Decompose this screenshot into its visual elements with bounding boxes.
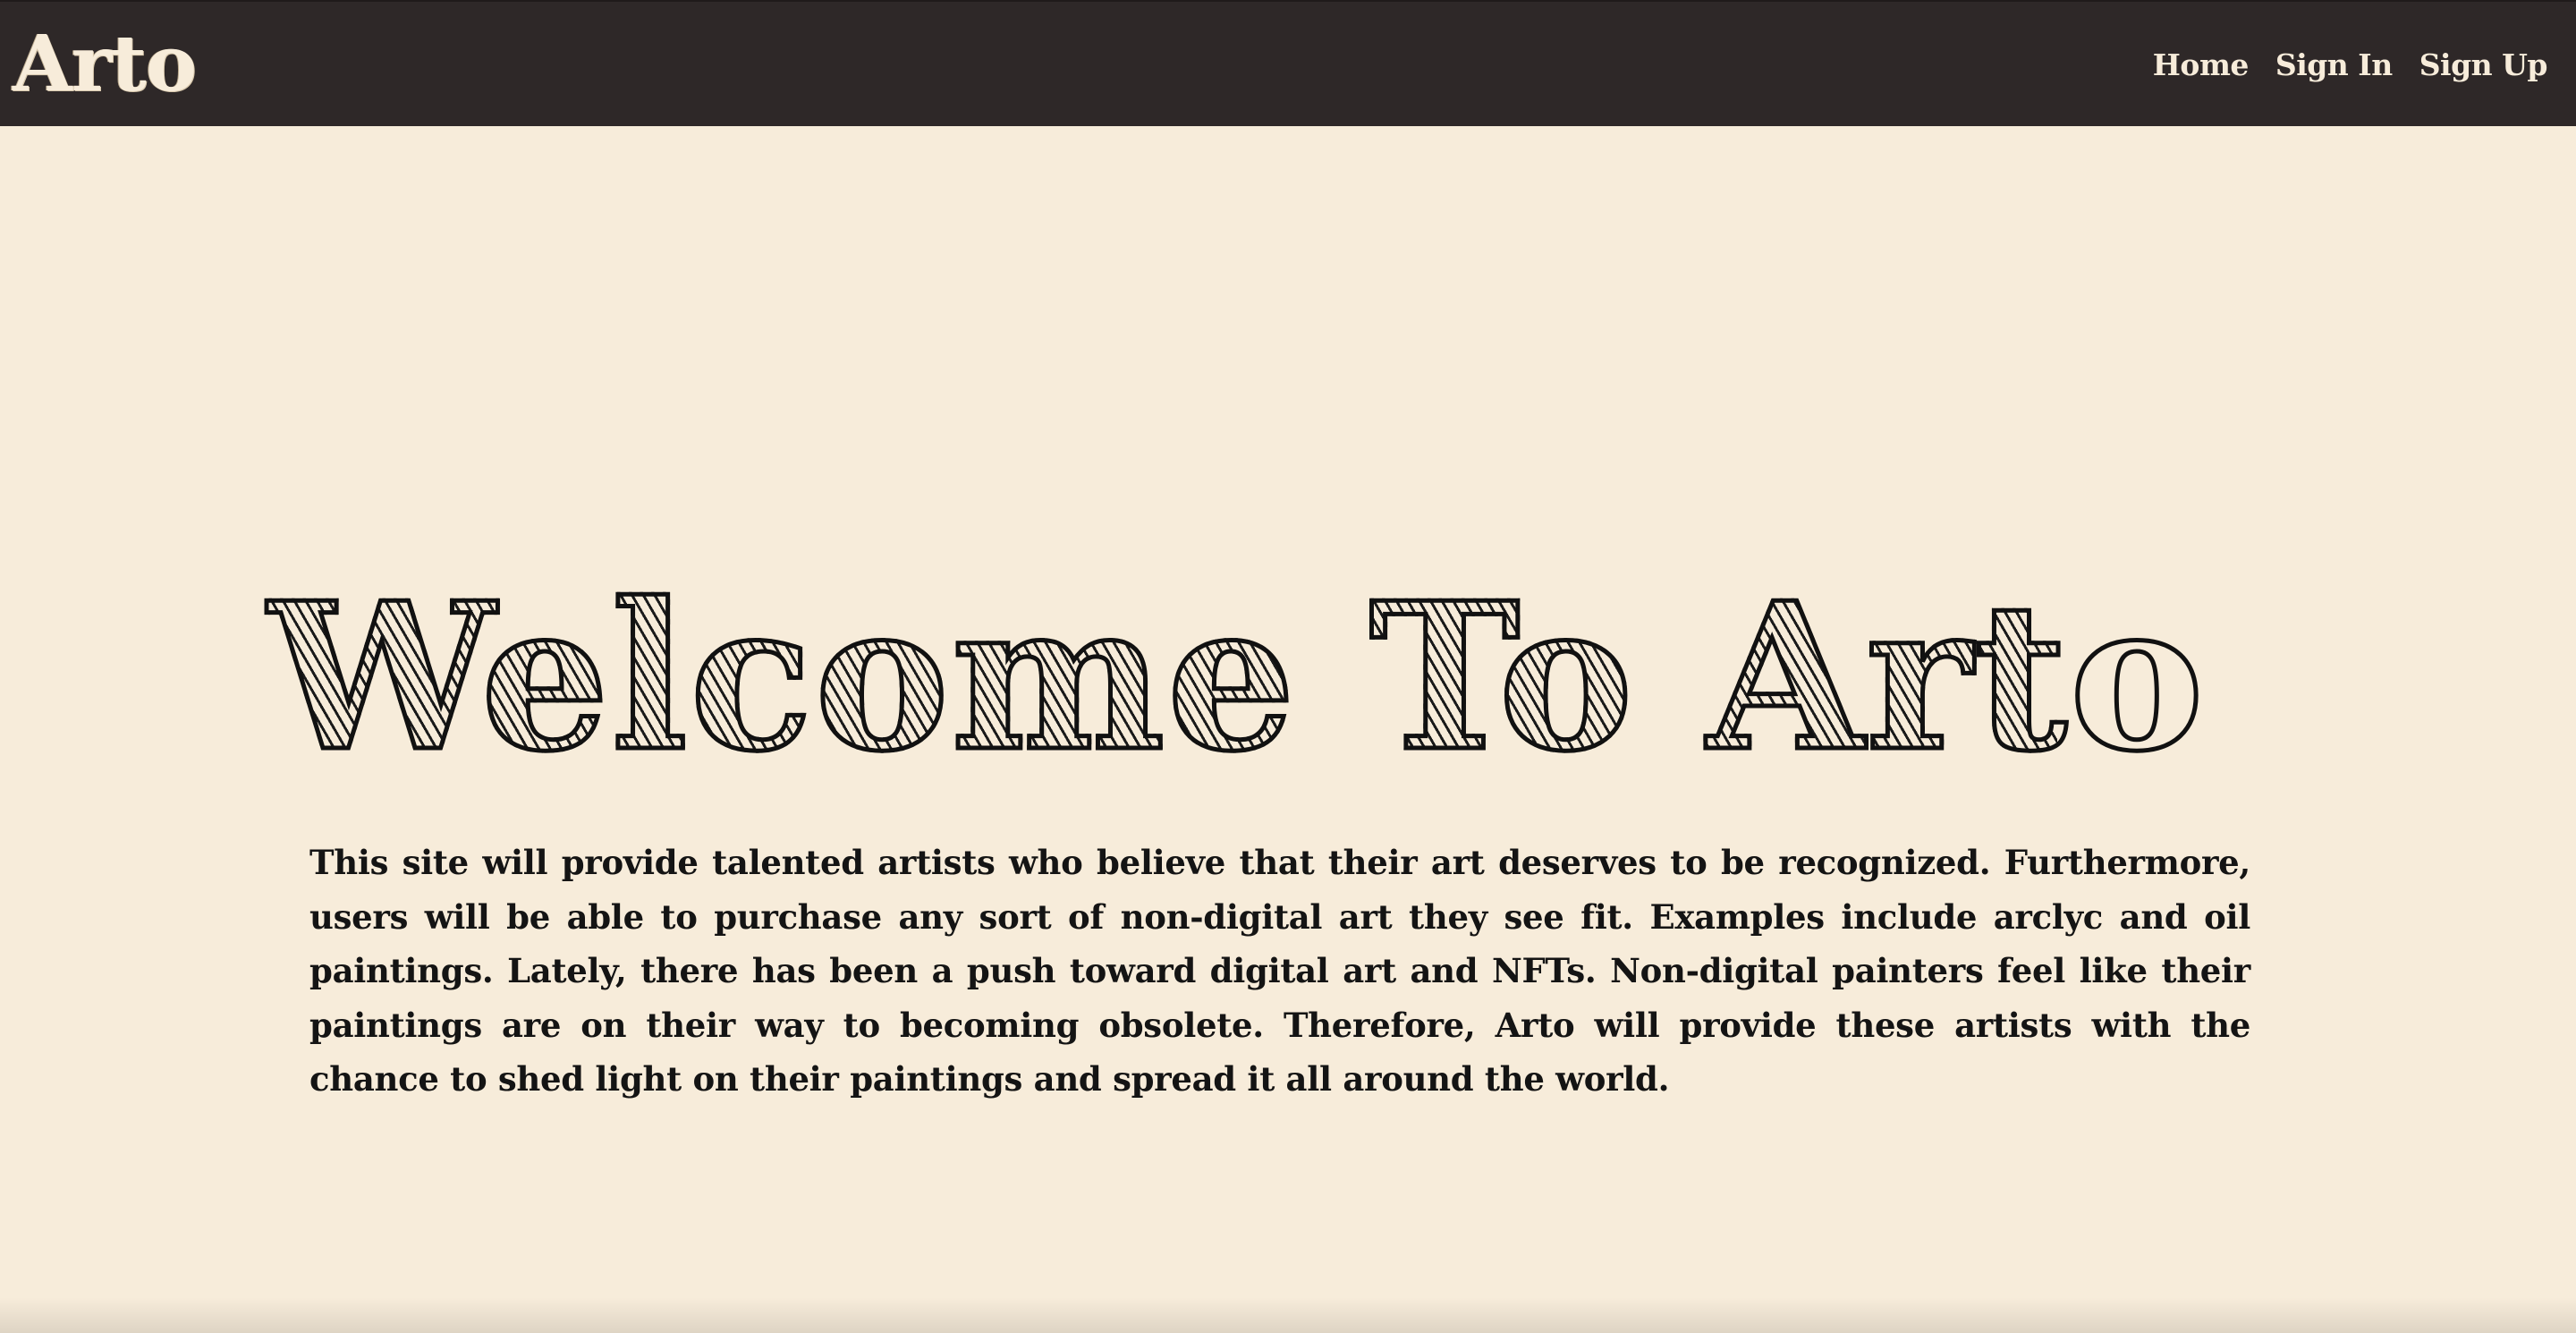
nav-link-sign-up[interactable]: Sign Up <box>2419 47 2548 82</box>
top-navbar: Arto Home Sign In Sign Up <box>0 0 2576 126</box>
brand-logo-link[interactable]: Arto <box>13 18 197 111</box>
nav-link-sign-in[interactable]: Sign In <box>2275 47 2393 82</box>
bottom-edge-shadow <box>0 1297 2576 1333</box>
hero-title: Welcome To Arto <box>267 559 2207 796</box>
nav-links: Home Sign In Sign Up <box>2153 2 2548 128</box>
nav-link-home[interactable]: Home <box>2153 47 2250 82</box>
hero-description: This site will provide talented artists … <box>309 843 2250 1099</box>
